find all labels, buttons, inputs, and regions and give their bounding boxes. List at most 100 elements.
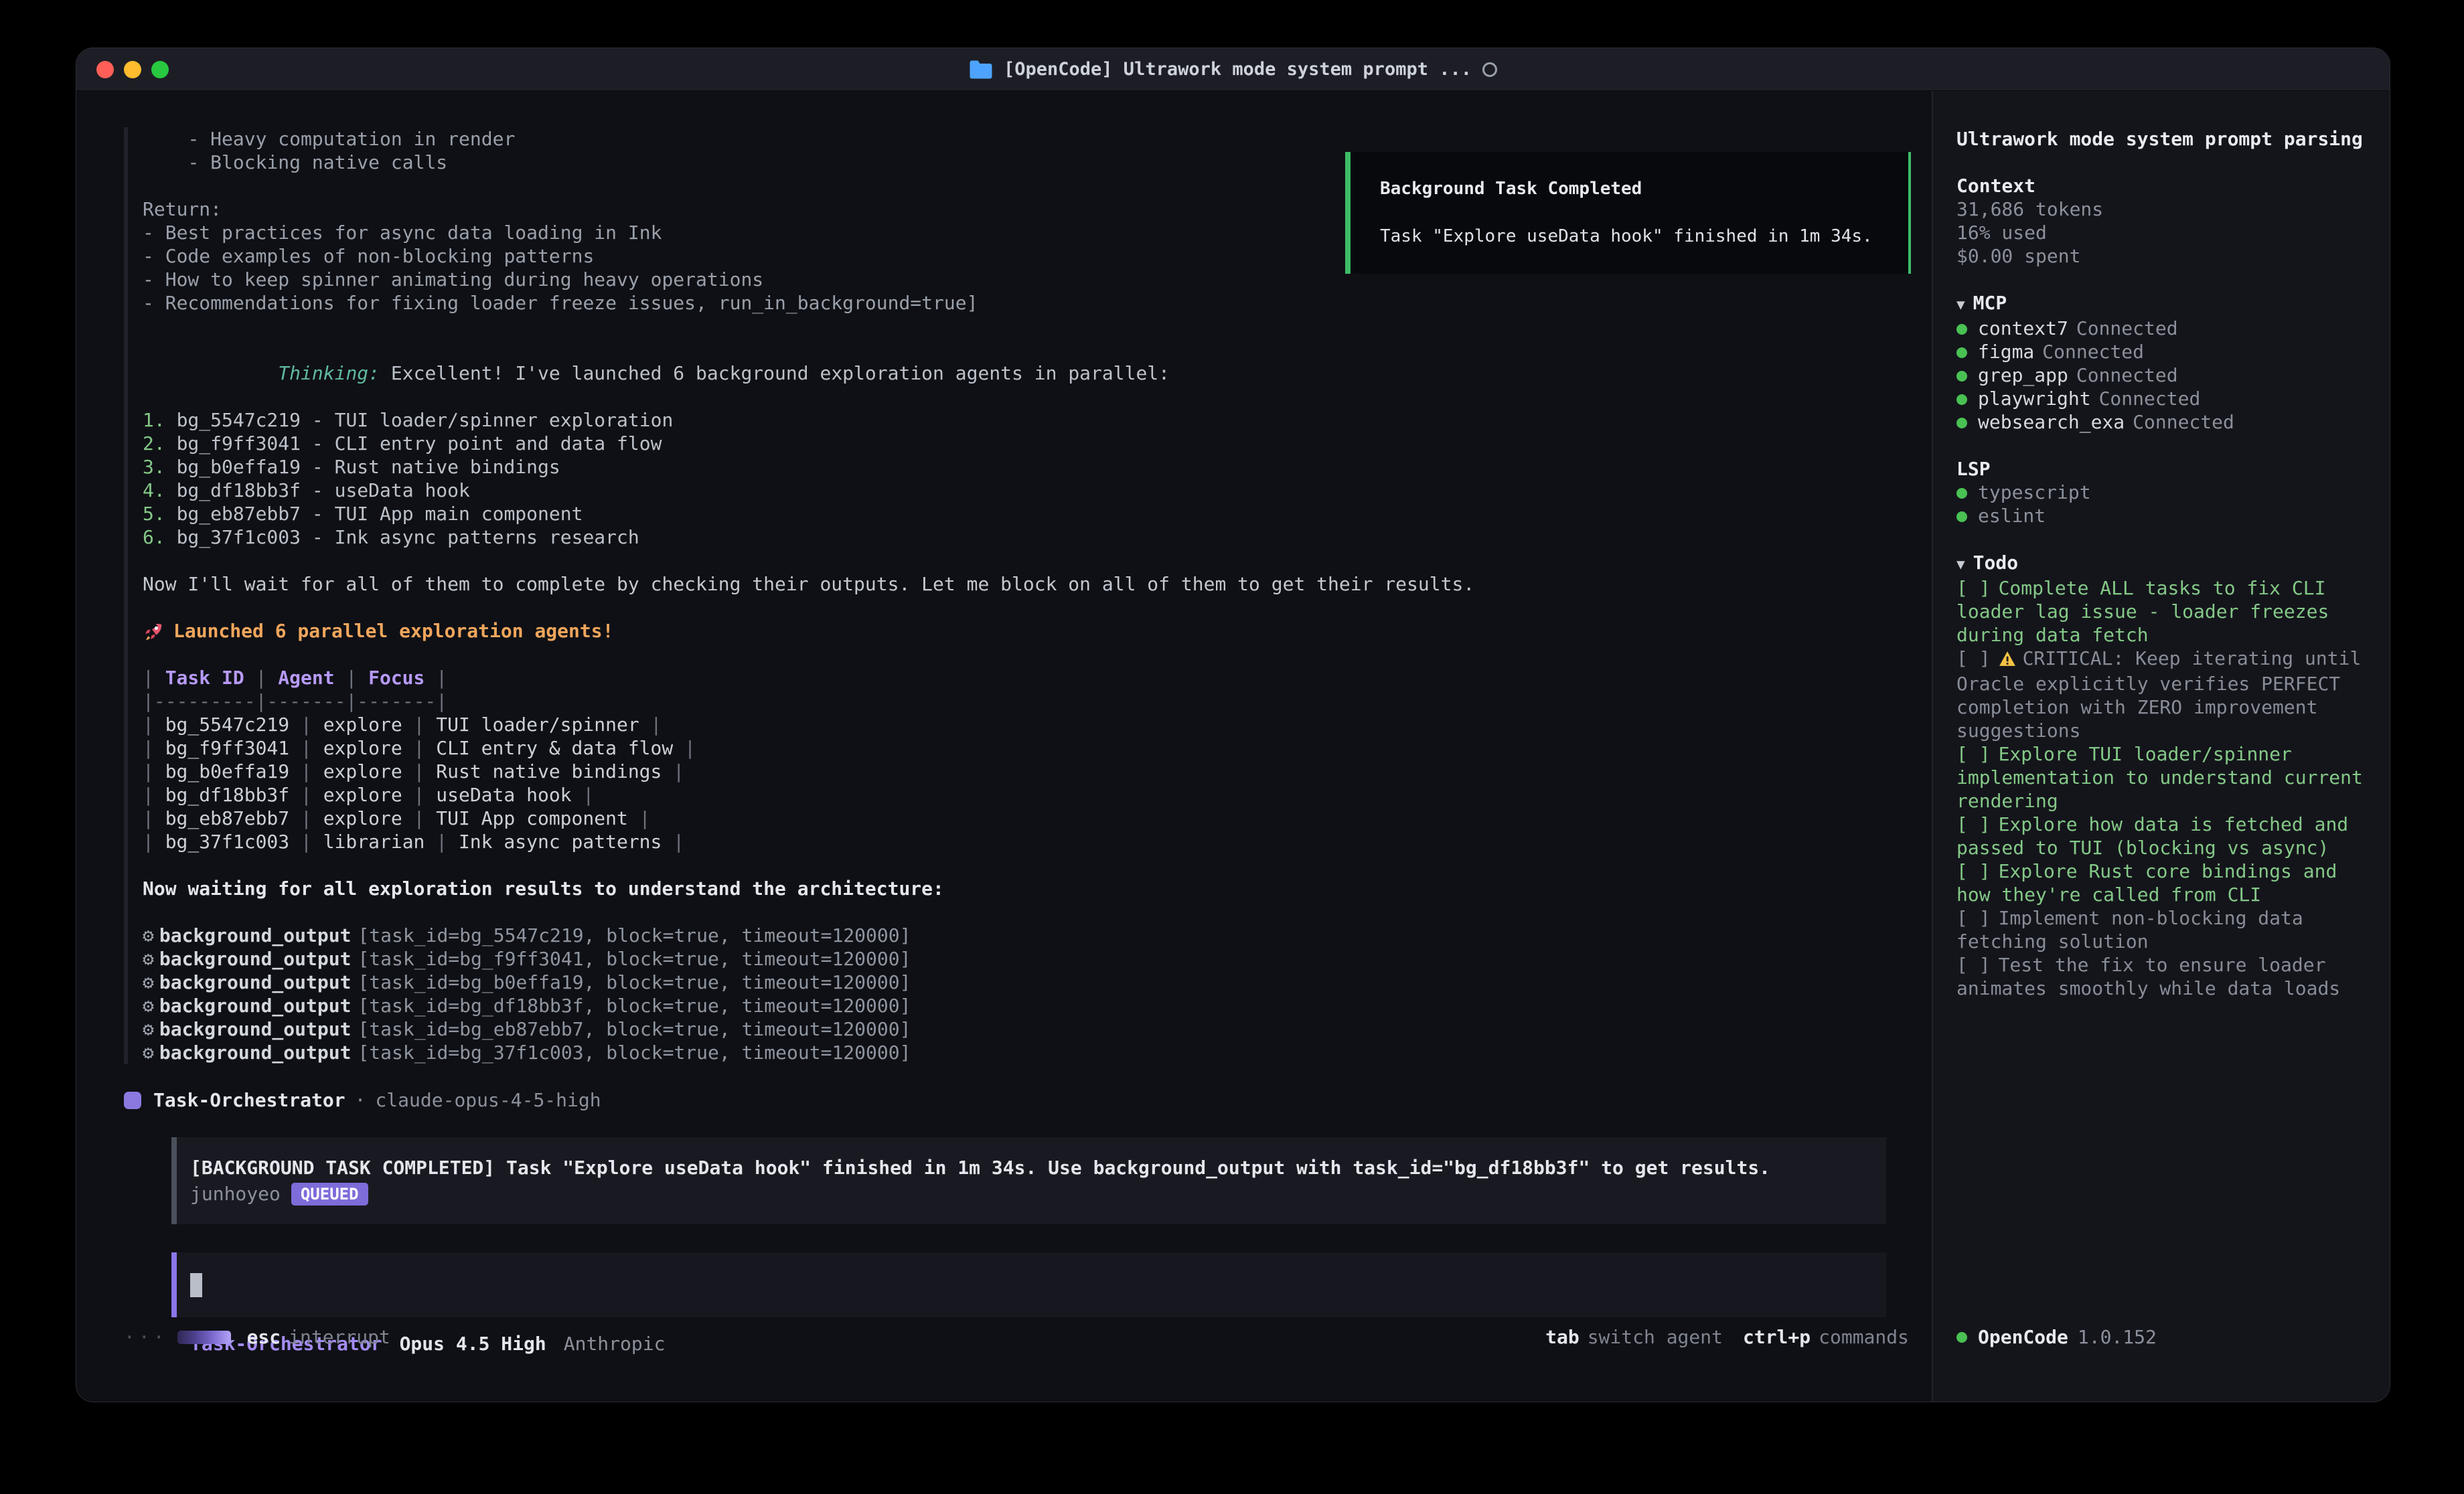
agent-list-item: 3. bg_b0effa19 - Rust native bindings — [143, 455, 1909, 479]
table-row: |bg_eb87ebb7|explore|TUI App component| — [143, 807, 1909, 830]
todo-item: [ ]Implement non-blocking data fetching … — [1956, 906, 2371, 953]
wait-paragraph: Now I'll wait for all of them to complet… — [143, 572, 1909, 596]
connected-dot-icon — [1956, 347, 1967, 358]
mcp-section: ▼MCP context7Connected figmaConnected gr… — [1956, 291, 2371, 434]
todo-item: [ ]Explore how data is fetched and passe… — [1956, 813, 2371, 859]
table-divider-row: |---------|-------|-------| — [143, 689, 1909, 713]
thinking-line: Thinking: Excellent! I've launched 6 bac… — [143, 338, 1909, 408]
prompt-input[interactable] — [171, 1252, 1886, 1317]
ctrlp-key-label: commands — [1819, 1326, 1909, 1348]
status-bar: ··· esc interrupt tabswitch agent ctrl+p… — [124, 1325, 1909, 1349]
agent-chip-icon — [124, 1092, 141, 1109]
mcp-section-header[interactable]: ▼MCP — [1956, 291, 2371, 317]
collapse-triangle-icon: ▼ — [1956, 556, 1965, 572]
tool-call-line: ⚙background_output[task_id=bg_eb87ebb7, … — [143, 1017, 1909, 1041]
tool-call-line: ⚙background_output[task_id=bg_b0effa19, … — [143, 971, 1909, 994]
table-row: |bg_37f1c003|librarian|Ink async pattern… — [143, 830, 1909, 853]
session-title: Ultrawork mode system prompt parsing — [1956, 127, 2371, 151]
lsp-item: eslint — [1956, 504, 2371, 527]
status-circle-icon — [1482, 62, 1497, 77]
window-title: [OpenCode] Ultrawork mode system prompt … — [969, 58, 1497, 81]
gear-icon: ⚙ — [143, 1042, 154, 1064]
context-spent: $0.00 spent — [1956, 244, 2371, 268]
thinking-label: Thinking: — [278, 362, 380, 384]
connected-dot-icon — [1956, 324, 1967, 335]
minimize-window-button[interactable] — [124, 61, 141, 78]
background-task-toast[interactable]: Background Task Completed Task "Explore … — [1345, 152, 1911, 274]
connected-dot-icon — [1956, 371, 1967, 382]
transcript-line: - Heavy computation in render — [143, 127, 1909, 151]
titlebar[interactable]: [OpenCode] Ultrawork mode system prompt … — [76, 48, 2390, 91]
banner-user: junhoyeo — [190, 1182, 281, 1206]
traffic-lights — [96, 61, 169, 78]
connected-dot-icon — [1956, 488, 1967, 499]
folder-icon — [969, 60, 993, 80]
gear-icon: ⚙ — [143, 995, 154, 1017]
context-section: Context 31,686 tokens 16% used $0.00 spe… — [1956, 174, 2371, 268]
banner-text: [BACKGROUND TASK COMPLETED] Task "Explor… — [190, 1156, 1870, 1179]
gear-icon: ⚙ — [143, 948, 154, 970]
thinking-text: Excellent! I've launched 6 background ex… — [380, 362, 1170, 384]
lsp-heading: LSP — [1956, 457, 2371, 481]
launched-line: Launched 6 parallel exploration agents! — [143, 619, 1909, 643]
chat-transcript[interactable]: - Heavy computation in render - Blocking… — [76, 91, 1932, 1355]
tool-call-line: ⚙background_output[task_id=bg_5547c219, … — [143, 924, 1909, 947]
brand-name: OpenCode — [1978, 1325, 2068, 1349]
sidebar-footer: OpenCode 1.0.152 — [1956, 1325, 2157, 1349]
opencode-window: [OpenCode] Ultrawork mode system prompt … — [76, 48, 2390, 1402]
toast-body: Task "Explore useData hook" finished in … — [1380, 225, 1879, 248]
collapse-triangle-icon: ▼ — [1956, 297, 1965, 313]
close-window-button[interactable] — [96, 61, 114, 78]
attribution-model-name: claude-opus-4-5-high — [375, 1088, 601, 1112]
gear-icon: ⚙ — [143, 971, 154, 993]
connected-dot-icon — [1956, 394, 1967, 405]
online-dot-icon — [1956, 1332, 1967, 1343]
lsp-section: LSP typescript eslint — [1956, 457, 2371, 527]
tool-call-line: ⚙background_output[task_id=bg_37f1c003, … — [143, 1041, 1909, 1064]
status-dots: ··· — [124, 1325, 168, 1349]
connected-dot-icon — [1956, 511, 1967, 522]
context-tokens: 31,686 tokens — [1956, 197, 2371, 221]
lsp-item: typescript — [1956, 481, 2371, 504]
mcp-server-item: grep_appConnected — [1956, 363, 2371, 387]
todo-item: [ ]Explore TUI loader/spinner implementa… — [1956, 742, 2371, 813]
tool-call-line: ⚙background_output[task_id=bg_f9ff3041, … — [143, 947, 1909, 971]
context-used: 16% used — [1956, 221, 2371, 244]
todo-item: [ ]Explore Rust core bindings and how th… — [1956, 859, 2371, 906]
esc-key-hint: esc — [247, 1325, 281, 1349]
todo-item: [ ]Test the fix to ensure loader animate… — [1956, 953, 2371, 1000]
table-row: |bg_df18bb3f|explore|useData hook| — [143, 783, 1909, 807]
warning-icon — [1999, 649, 2016, 672]
zoom-window-button[interactable] — [151, 61, 169, 78]
context-heading: Context — [1956, 174, 2371, 197]
gear-icon: ⚙ — [143, 924, 154, 946]
agent-list-item: 2. bg_f9ff3041 - CLI entry point and dat… — [143, 432, 1909, 455]
connected-dot-icon — [1956, 418, 1967, 428]
transcript-line: - Recommendations for fixing loader free… — [143, 291, 1909, 315]
table-row: |bg_b0effa19|explore|Rust native binding… — [143, 760, 1909, 783]
launched-text: Launched 6 parallel exploration agents! — [173, 619, 613, 643]
sidebar: Ultrawork mode system prompt parsing Con… — [1932, 91, 2390, 1402]
message-attribution: Task-Orchestrator · claude-opus-4-5-high — [124, 1088, 1909, 1112]
text-cursor — [190, 1273, 202, 1297]
tool-call-line: ⚙background_output[task_id=bg_df18bb3f, … — [143, 994, 1909, 1017]
table-row: |bg_f9ff3041|explore|CLI entry & data fl… — [143, 736, 1909, 760]
terminal-main-pane: - Heavy computation in render - Blocking… — [76, 91, 1932, 1402]
todo-item: [ ]CRITICAL: Keep iterating until Oracle… — [1956, 647, 2371, 742]
agent-list-item: 1. bg_5547c219 - TUI loader/spinner expl… — [143, 408, 1909, 432]
todo-item: [ ]Complete ALL tasks to fix CLI loader … — [1956, 576, 2371, 647]
rocket-icon — [143, 620, 164, 642]
agent-list-item: 4. bg_df18bb3f - useData hook — [143, 479, 1909, 502]
interrupt-progress-bar — [177, 1331, 231, 1344]
gear-icon: ⚙ — [143, 1018, 154, 1040]
attribution-agent-name: Task-Orchestrator — [153, 1088, 345, 1112]
queued-badge: QUEUED — [291, 1183, 368, 1206]
mcp-server-item: context7Connected — [1956, 317, 2371, 340]
tab-key-label: switch agent — [1588, 1326, 1723, 1348]
table-row: |bg_5547c219|explore|TUI loader/spinner| — [143, 713, 1909, 736]
toast-title: Background Task Completed — [1380, 177, 1879, 201]
mcp-server-item: figmaConnected — [1956, 340, 2371, 363]
mcp-server-item: websearch_exaConnected — [1956, 410, 2371, 434]
esc-key-label: interrupt — [289, 1325, 390, 1349]
todo-section-header[interactable]: ▼Todo — [1956, 551, 2371, 576]
